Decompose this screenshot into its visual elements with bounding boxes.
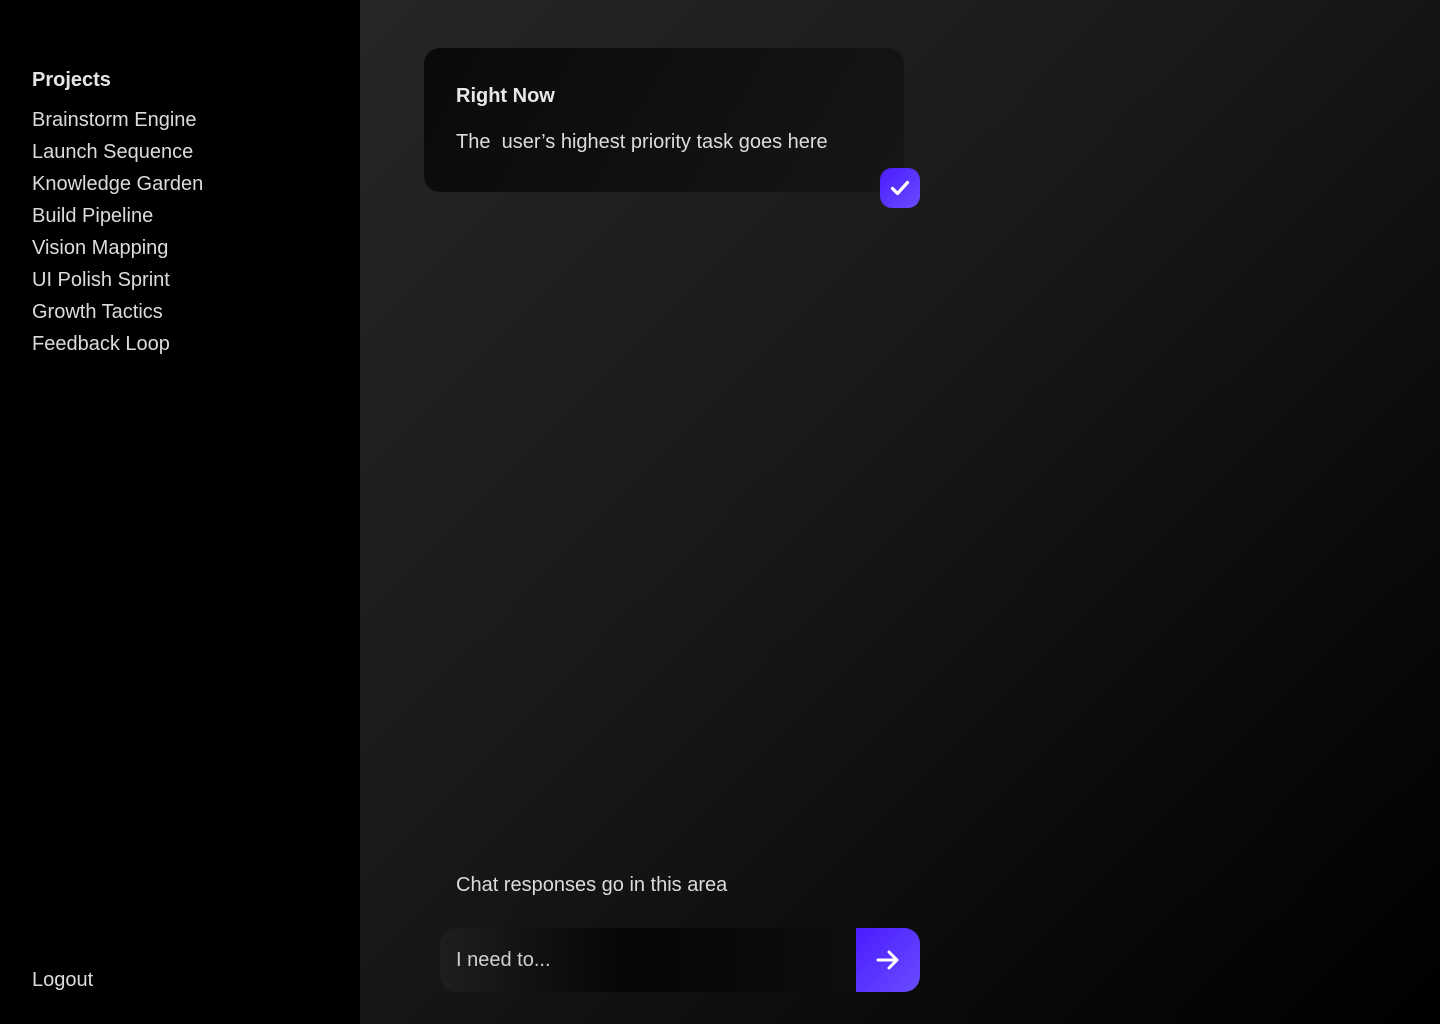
project-list: Brainstorm Engine Launch Sequence Knowle…	[32, 104, 328, 360]
project-item-vision-mapping[interactable]: Vision Mapping	[32, 232, 328, 264]
project-item-launch-sequence[interactable]: Launch Sequence	[32, 136, 328, 168]
arrow-right-icon	[876, 950, 899, 970]
task-card-title: Right Now	[456, 85, 555, 107]
project-item-build-pipeline[interactable]: Build Pipeline	[32, 200, 328, 232]
app-window: Projects Brainstorm Engine Launch Sequen…	[0, 0, 1440, 1024]
project-item-feedback-loop[interactable]: Feedback Loop	[32, 328, 328, 360]
chat-response-text: Chat responses go in this area	[456, 874, 728, 896]
chat-input[interactable]	[440, 928, 856, 992]
project-item-brainstorm-engine[interactable]: Brainstorm Engine	[32, 104, 328, 136]
sidebar-heading: Projects	[32, 69, 111, 91]
main-area: Right Now The user’s highest priority ta…	[360, 0, 1440, 1024]
task-card-text: The user’s highest priority task goes he…	[456, 131, 828, 153]
priority-task-card: Right Now The user’s highest priority ta…	[424, 48, 904, 192]
logout-link[interactable]: Logout	[32, 964, 93, 996]
chat-bar	[440, 928, 920, 992]
project-item-knowledge-garden[interactable]: Knowledge Garden	[32, 168, 328, 200]
project-item-growth-tactics[interactable]: Growth Tactics	[32, 296, 328, 328]
send-button[interactable]	[856, 928, 920, 992]
sidebar: Projects Brainstorm Engine Launch Sequen…	[0, 0, 360, 1024]
project-item-ui-polish-sprint[interactable]: UI Polish Sprint	[32, 264, 328, 296]
check-icon	[890, 180, 910, 196]
complete-task-button[interactable]	[880, 168, 920, 208]
